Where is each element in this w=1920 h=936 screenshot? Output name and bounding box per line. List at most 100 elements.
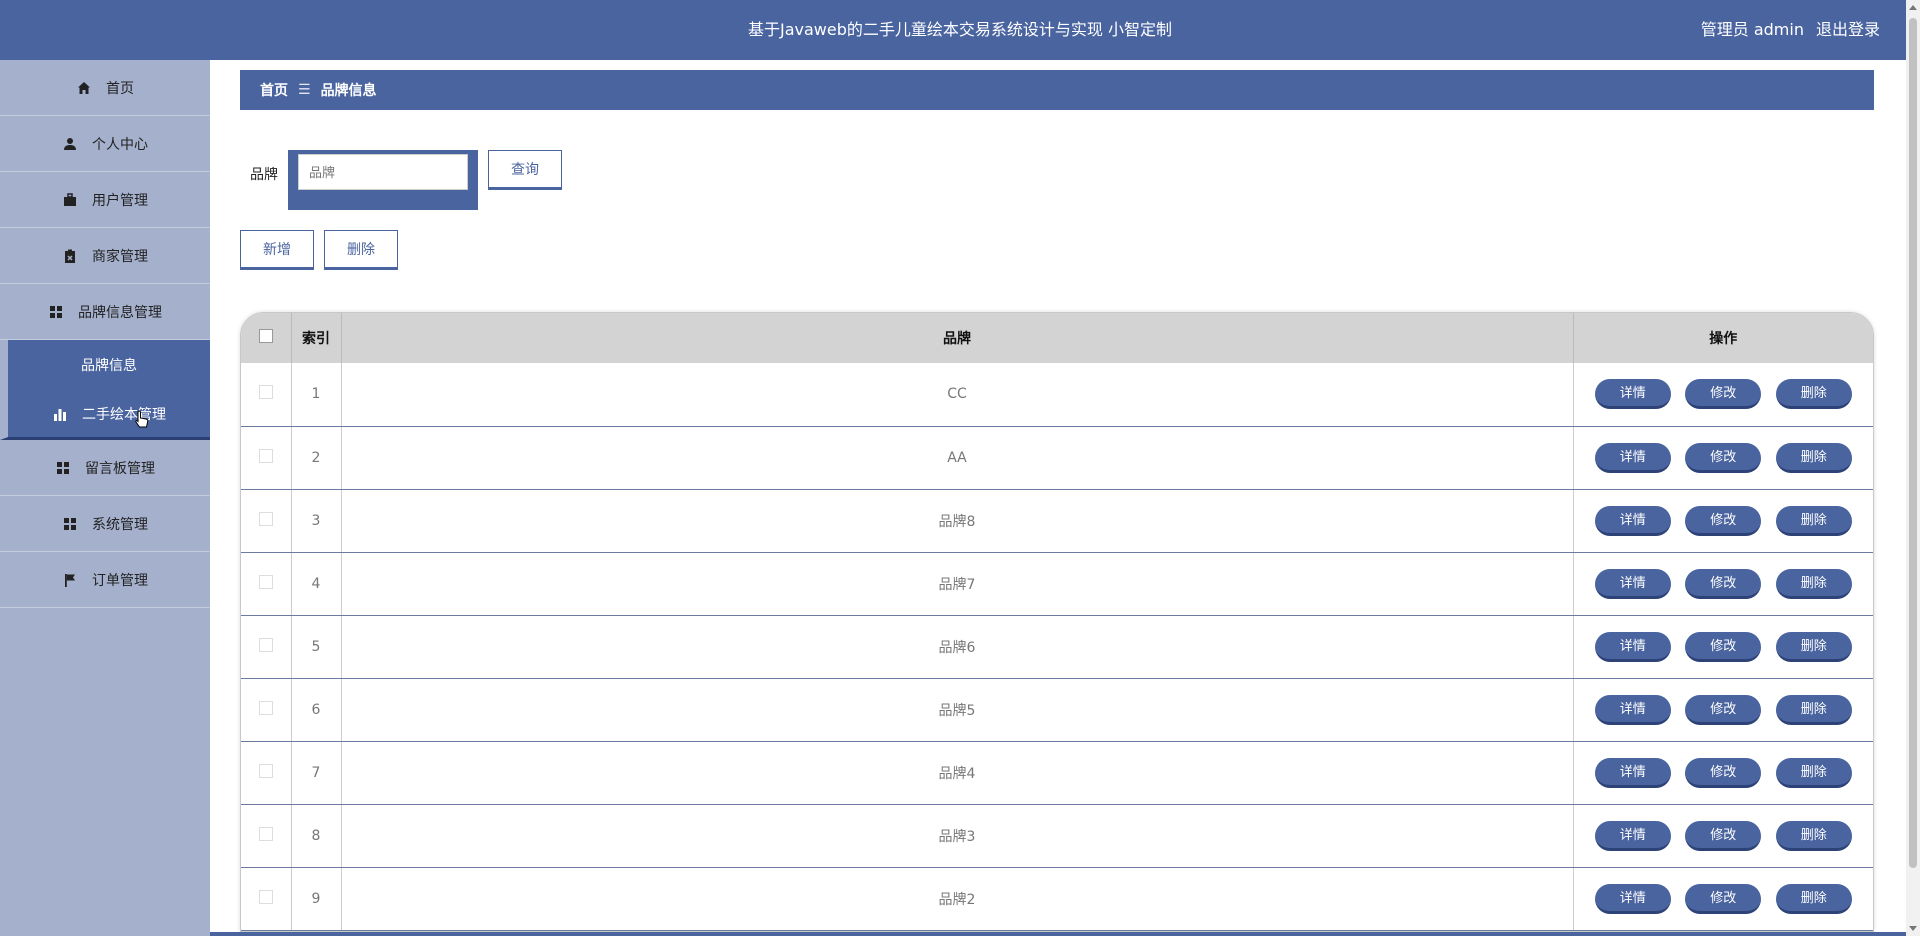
row-checkbox[interactable] bbox=[258, 385, 273, 400]
action-row: 新增 删除 bbox=[240, 230, 1874, 270]
delete-button[interactable]: 删除 bbox=[1775, 568, 1852, 599]
sidebar-item-system[interactable]: 系统管理 bbox=[0, 496, 210, 552]
sidebar-item-home[interactable]: 首页 bbox=[0, 60, 210, 116]
add-button[interactable]: 新增 bbox=[240, 230, 314, 270]
row-check-cell bbox=[241, 678, 292, 742]
user-area: 管理员 admin 退出登录 bbox=[1701, 0, 1880, 60]
table-row: 6 品牌5 详情 修改 删除 bbox=[241, 678, 1873, 742]
delete-button[interactable]: 删除 bbox=[1775, 883, 1852, 914]
row-operations: 详情 修改 删除 bbox=[1573, 552, 1873, 616]
search-box bbox=[288, 150, 478, 210]
detail-button[interactable]: 详情 bbox=[1594, 694, 1671, 725]
sidebar-item-label: 商家管理 bbox=[92, 248, 148, 265]
detail-button[interactable]: 详情 bbox=[1594, 883, 1671, 914]
batch-delete-button[interactable]: 删除 bbox=[324, 230, 398, 270]
sidebar-item-label: 系统管理 bbox=[92, 516, 148, 533]
sidebar-item-label: 留言板管理 bbox=[85, 460, 155, 477]
sidebar-item-books[interactable]: 二手绘本管理 bbox=[0, 390, 210, 440]
row-index: 8 bbox=[291, 804, 342, 868]
sidebar-item-brand-management[interactable]: 品牌信息管理 bbox=[0, 284, 210, 340]
home-icon bbox=[76, 80, 92, 96]
row-brand: 品牌8 bbox=[341, 489, 1574, 553]
detail-button[interactable]: 详情 bbox=[1594, 631, 1671, 662]
row-index: 6 bbox=[291, 678, 342, 742]
row-check-cell bbox=[241, 489, 292, 553]
edit-button[interactable]: 修改 bbox=[1685, 631, 1762, 662]
top-header: 基于Javaweb的二手儿童绘本交易系统设计与实现 小智定制 管理员 admin… bbox=[0, 0, 1920, 60]
row-index: 7 bbox=[291, 741, 342, 805]
row-operations: 详情 修改 删除 bbox=[1573, 678, 1873, 742]
row-checkbox[interactable] bbox=[258, 574, 273, 589]
breadcrumb-current: 品牌信息 bbox=[320, 83, 377, 99]
table-header-row: 索引 品牌 操作 bbox=[241, 313, 1873, 363]
row-checkbox[interactable] bbox=[258, 889, 273, 904]
row-brand: 品牌5 bbox=[341, 678, 1574, 742]
delete-button[interactable]: 删除 bbox=[1775, 694, 1852, 725]
row-brand: 品牌4 bbox=[341, 741, 1574, 805]
delete-button[interactable]: 删除 bbox=[1775, 379, 1852, 410]
row-brand: 品牌7 bbox=[341, 552, 1574, 616]
row-index: 4 bbox=[291, 552, 342, 616]
row-checkbox[interactable] bbox=[258, 637, 273, 652]
table-row: 2 AA 详情 修改 删除 bbox=[241, 426, 1873, 490]
briefcase-icon bbox=[62, 192, 78, 208]
row-operations: 详情 修改 删除 bbox=[1573, 804, 1873, 868]
row-index: 5 bbox=[291, 615, 342, 679]
detail-button[interactable]: 详情 bbox=[1594, 505, 1671, 536]
scroll-down-icon[interactable] bbox=[1909, 926, 1917, 931]
clipboard-icon bbox=[62, 248, 78, 264]
query-button[interactable]: 查询 bbox=[488, 150, 562, 190]
edit-button[interactable]: 修改 bbox=[1685, 568, 1762, 599]
row-checkbox[interactable] bbox=[258, 511, 273, 526]
row-checkbox[interactable] bbox=[258, 700, 273, 715]
row-check-cell bbox=[241, 615, 292, 679]
sidebar-subitem-brand-info[interactable]: 品牌信息 bbox=[0, 340, 210, 390]
edit-button[interactable]: 修改 bbox=[1685, 379, 1762, 410]
brand-search-input[interactable] bbox=[298, 154, 468, 190]
breadcrumb-home[interactable]: 首页 bbox=[260, 80, 288, 100]
row-operations: 详情 修改 删除 bbox=[1573, 363, 1873, 427]
edit-button[interactable]: 修改 bbox=[1685, 883, 1762, 914]
delete-button[interactable]: 删除 bbox=[1775, 505, 1852, 536]
main-content: 首页 ☰ 品牌信息 品牌 查询 新增 删除 索引 品牌 操作 1 CC bbox=[240, 70, 1874, 932]
table-row: 1 CC 详情 修改 删除 bbox=[241, 363, 1873, 427]
delete-button[interactable]: 删除 bbox=[1775, 631, 1852, 662]
delete-button[interactable]: 删除 bbox=[1775, 820, 1852, 851]
sidebar-item-profile[interactable]: 个人中心 bbox=[0, 116, 210, 172]
user-label: 管理员 admin bbox=[1700, 20, 1804, 39]
row-check-cell bbox=[241, 552, 292, 616]
delete-button[interactable]: 删除 bbox=[1775, 757, 1852, 788]
sidebar-item-orders[interactable]: 订单管理 bbox=[0, 552, 210, 608]
mouse-cursor-icon bbox=[134, 410, 150, 434]
detail-button[interactable]: 详情 bbox=[1594, 379, 1671, 410]
sidebar-item-messages[interactable]: 留言板管理 bbox=[0, 440, 210, 496]
select-all-checkbox[interactable] bbox=[258, 329, 273, 343]
detail-button[interactable]: 详情 bbox=[1594, 757, 1671, 788]
delete-button[interactable]: 删除 bbox=[1775, 442, 1852, 473]
select-all-cell bbox=[241, 313, 292, 363]
row-checkbox[interactable] bbox=[258, 826, 273, 841]
column-header-brand: 品牌 bbox=[341, 313, 1574, 363]
edit-button[interactable]: 修改 bbox=[1685, 757, 1762, 788]
row-operations: 详情 修改 删除 bbox=[1573, 489, 1873, 553]
scroll-up-icon[interactable] bbox=[1909, 5, 1917, 10]
edit-button[interactable]: 修改 bbox=[1685, 505, 1762, 536]
logout-link[interactable]: 退出登录 bbox=[1816, 0, 1880, 60]
sidebar-item-label: 个人中心 bbox=[92, 136, 148, 153]
sidebar-item-label: 品牌信息管理 bbox=[78, 304, 162, 321]
scrollbar-thumb[interactable] bbox=[1909, 18, 1917, 868]
row-checkbox[interactable] bbox=[258, 448, 273, 463]
edit-button[interactable]: 修改 bbox=[1685, 694, 1762, 725]
edit-button[interactable]: 修改 bbox=[1685, 442, 1762, 473]
sidebar-item-label: 用户管理 bbox=[92, 192, 148, 209]
sidebar-item-merchants[interactable]: 商家管理 bbox=[0, 228, 210, 284]
detail-button[interactable]: 详情 bbox=[1594, 568, 1671, 599]
row-checkbox[interactable] bbox=[258, 763, 273, 778]
detail-button[interactable]: 详情 bbox=[1594, 442, 1671, 473]
vertical-scrollbar[interactable] bbox=[1906, 0, 1920, 936]
row-index: 9 bbox=[291, 867, 342, 931]
edit-button[interactable]: 修改 bbox=[1685, 820, 1762, 851]
detail-button[interactable]: 详情 bbox=[1594, 820, 1671, 851]
table-row: 8 品牌3 详情 修改 删除 bbox=[241, 804, 1873, 868]
sidebar-item-users[interactable]: 用户管理 bbox=[0, 172, 210, 228]
